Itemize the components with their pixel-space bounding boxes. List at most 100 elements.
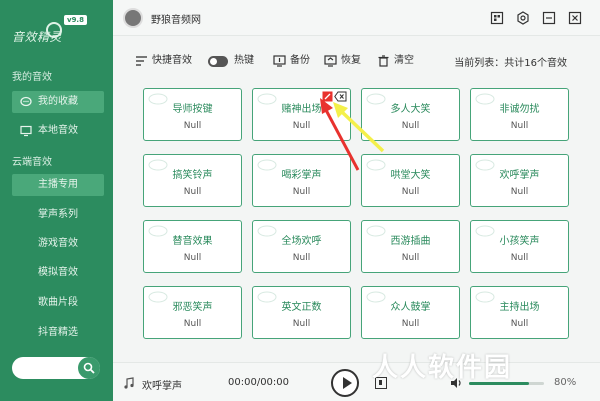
- card-title: 多人大笑: [390, 104, 431, 115]
- sound-card[interactable]: 多人大笑 Null: [361, 88, 460, 141]
- sidebar-item-game[interactable]: 游戏音效: [12, 233, 104, 255]
- search-button[interactable]: [78, 357, 100, 379]
- card-title: 哄堂大笑: [390, 170, 431, 181]
- card-title: 主持出场: [499, 302, 540, 313]
- backup-button[interactable]: 备份: [273, 54, 310, 68]
- sound-card[interactable]: 赌神出场 Null: [252, 88, 351, 141]
- toolbar: 快捷音效 热键 备份 恢复 清空 当前列表：共计16个音效: [113, 48, 600, 74]
- card-hotkey-value: Null: [183, 121, 202, 131]
- close-icon[interactable]: [568, 11, 582, 25]
- sound-card[interactable]: 邪恶笑声 Null: [143, 286, 242, 339]
- sidebar-search[interactable]: [12, 357, 100, 379]
- minimize-icon[interactable]: [542, 11, 556, 25]
- edit-icon[interactable]: [322, 91, 333, 102]
- sound-card[interactable]: 替音效果 Null: [143, 220, 242, 273]
- card-hotkey-value: Null: [510, 319, 529, 329]
- list-count-info: 当前列表：共计16个音效: [454, 58, 567, 69]
- search-icon: [83, 362, 95, 374]
- card-title: 导师按键: [172, 104, 213, 115]
- card-hotkey-value: Null: [510, 187, 529, 197]
- version-badge: v9.8: [64, 15, 87, 25]
- sidebar-item-applause[interactable]: 掌声系列: [12, 204, 104, 226]
- sidebar-item-label: 我的收藏: [38, 96, 78, 107]
- grid-icon[interactable]: [490, 11, 504, 25]
- sound-card[interactable]: 众人鼓掌 Null: [361, 286, 460, 339]
- card-hotkey-value: Null: [292, 121, 311, 131]
- card-hotkey-value: Null: [401, 319, 420, 329]
- sidebar-item-host[interactable]: 主播专用: [12, 174, 104, 196]
- sound-card[interactable]: 非诚勿扰 Null: [470, 88, 569, 141]
- section-title-my-sounds: 我的音效: [12, 72, 52, 83]
- restore-icon: [324, 55, 337, 67]
- sound-card[interactable]: 导师按键 Null: [143, 88, 242, 141]
- sidebar-item-song-clips[interactable]: 歌曲片段: [12, 292, 104, 314]
- hotkey-label-wrap: 热键: [217, 54, 254, 68]
- sidebar-item-label: 本地音效: [38, 125, 78, 136]
- delete-icon[interactable]: [334, 91, 347, 102]
- sidebar-item-douyin[interactable]: 抖音精选: [12, 322, 104, 344]
- sound-card[interactable]: 英文正数 Null: [252, 286, 351, 339]
- card-title: 邪恶笑声: [172, 302, 213, 313]
- logo-text: 音效精灵: [12, 30, 63, 44]
- sound-card[interactable]: 喝彩掌声 Null: [252, 154, 351, 207]
- restore-button[interactable]: 恢复: [324, 54, 361, 68]
- sound-card[interactable]: 欢呼掌声 Null: [470, 154, 569, 207]
- clear-button[interactable]: 清空: [377, 54, 414, 68]
- clear-label: 清空: [394, 55, 414, 66]
- sidebar-item-label: 模拟音效: [38, 267, 78, 278]
- sidebar-item-favorites[interactable]: 我的收藏: [12, 91, 104, 113]
- sound-card[interactable]: 主持出场 Null: [470, 286, 569, 339]
- sidebar: 音效精灵 v9.8 我的音效 我的收藏 本地音效 云端音效 主播专用 掌声系列 …: [0, 0, 113, 401]
- sidebar-item-label: 抖音精选: [38, 327, 78, 338]
- sound-card[interactable]: 全场欢呼 Null: [252, 220, 351, 273]
- sidebar-item-local[interactable]: 本地音效: [12, 120, 104, 142]
- app-logo: 音效精灵 v9.8: [12, 14, 107, 48]
- card-hotkey-value: Null: [510, 121, 529, 131]
- card-hotkey-value: Null: [183, 253, 202, 263]
- restore-label: 恢复: [341, 55, 361, 66]
- avatar[interactable]: [123, 8, 143, 28]
- trash-icon: [378, 55, 389, 67]
- card-title: 替音效果: [172, 236, 213, 247]
- sound-card[interactable]: 西游插曲 Null: [361, 220, 460, 273]
- card-hotkey-value: Null: [510, 253, 529, 263]
- card-hotkey-value: Null: [401, 187, 420, 197]
- card-hotkey-value: Null: [183, 187, 202, 197]
- play-button[interactable]: [331, 369, 359, 397]
- sound-grid: 导师按键 Null 赌神出场 Null 多人大笑 Null 非诚勿扰 Null 搞笑铃声 Null…: [143, 88, 573, 343]
- monitor-icon: [20, 125, 32, 137]
- card-title: 小孩笑声: [499, 236, 540, 247]
- sound-card[interactable]: 小孩笑声 Null: [470, 220, 569, 273]
- card-title: 英文正数: [281, 302, 322, 313]
- card-title: 非诚勿扰: [499, 104, 540, 115]
- backup-icon: [273, 55, 286, 67]
- backup-label: 备份: [290, 55, 310, 66]
- card-hotkey-value: Null: [401, 253, 420, 263]
- card-title: 全场欢呼: [281, 236, 322, 247]
- sound-card[interactable]: 哄堂大笑 Null: [361, 154, 460, 207]
- sidebar-item-label: 歌曲片段: [38, 297, 78, 308]
- sound-card[interactable]: 搞笑铃声 Null: [143, 154, 242, 207]
- playback-time: 00:00/00:00: [228, 377, 290, 388]
- card-title: 众人鼓掌: [390, 302, 431, 313]
- card-hotkey-value: Null: [183, 319, 202, 329]
- section-title-cloud: 云端音效: [12, 157, 52, 168]
- card-title: 欢呼掌声: [499, 170, 540, 181]
- sidebar-item-label: 游戏音效: [38, 238, 78, 249]
- settings-icon[interactable]: [516, 11, 530, 25]
- now-playing-title: 欢呼掌声: [142, 381, 182, 392]
- site-watermark: 人人软件园: [372, 353, 513, 383]
- player-bar: 欢呼掌声 00:00/00:00 80%: [113, 362, 600, 401]
- sidebar-item-simulated[interactable]: 模拟音效: [12, 262, 104, 284]
- hotkey-panel-button[interactable]: 快捷音效: [135, 54, 192, 68]
- card-hotkey-value: Null: [292, 187, 311, 197]
- hotkey-label: 热键: [234, 55, 254, 66]
- title-bar: 野狼音频网: [113, 0, 600, 36]
- music-note-icon: [124, 377, 134, 389]
- sidebar-item-label: 掌声系列: [38, 209, 78, 220]
- card-hotkey-value: Null: [292, 253, 311, 263]
- card-title: 赌神出场: [281, 104, 322, 115]
- app-title: 野狼音频网: [151, 15, 201, 26]
- volume-percent: 80%: [554, 377, 577, 388]
- card-title: 喝彩掌声: [281, 170, 322, 181]
